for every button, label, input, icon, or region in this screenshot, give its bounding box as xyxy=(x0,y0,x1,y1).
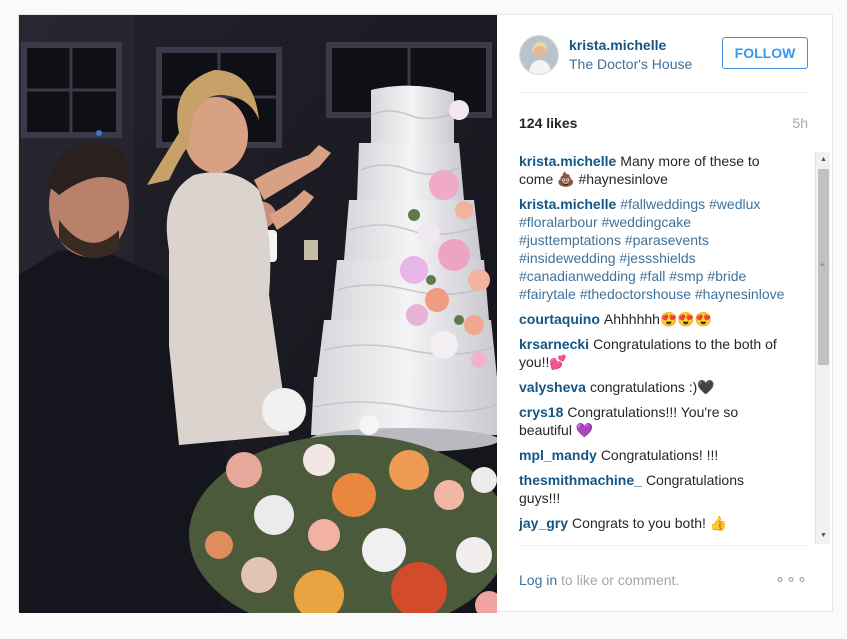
header-location[interactable]: The Doctor's House xyxy=(569,56,692,72)
wedding-photo-illustration xyxy=(19,15,497,613)
footer-divider xyxy=(519,545,808,546)
comment-username[interactable]: valysheva xyxy=(519,379,586,395)
scrollbar-thumb[interactable]: ≡ xyxy=(818,169,829,365)
comment-item: valysheva congratulations :)🖤 xyxy=(519,378,789,396)
post-header: krista.michelle The Doctor's House FOLLO… xyxy=(519,33,808,93)
post-sidebar: krista.michelle The Doctor's House FOLLO… xyxy=(497,15,832,611)
login-link[interactable]: Log in xyxy=(519,572,557,588)
comment-username[interactable]: crys18 xyxy=(519,404,563,420)
comment-username[interactable]: krsarnecki xyxy=(519,336,589,352)
instagram-post: krista.michelle The Doctor's House FOLLO… xyxy=(18,14,833,613)
comment-item: krsarnecki Congratulations to the both of… xyxy=(519,335,789,371)
comment-text: Congrats to you both! 👍 xyxy=(572,515,728,531)
comment-item: jay_gry Congrats to you both! 👍 xyxy=(519,514,789,532)
header-username[interactable]: krista.michelle xyxy=(569,37,666,53)
comment-item: mpl_mandy Congratulations! !!! xyxy=(519,446,789,464)
avatar[interactable] xyxy=(519,35,559,75)
login-prompt-text: to like or comment. xyxy=(557,572,680,588)
scroll-up-arrow-icon[interactable]: ▲ xyxy=(816,153,831,167)
header-divider xyxy=(519,92,808,93)
comment-list[interactable]: krista.michelle Many more of these to com… xyxy=(519,152,789,546)
comment-item: courtaquino Ahhhhhh😍😍😍 xyxy=(519,310,789,328)
ellipsis-icon[interactable]: ∘∘∘ xyxy=(775,569,808,589)
comment-text: congratulations :)🖤 xyxy=(589,379,715,395)
comment-username[interactable]: krista.michelle xyxy=(519,196,616,212)
comment-username[interactable]: jay_gry xyxy=(519,515,568,531)
comment-username[interactable]: krista.michelle xyxy=(519,153,616,169)
comment-text: Congratulations! !!! xyxy=(600,447,719,463)
avatar-image xyxy=(520,36,558,74)
post-photo[interactable] xyxy=(19,15,497,613)
follow-button[interactable]: FOLLOW xyxy=(722,37,808,69)
comment-username[interactable]: courtaquino xyxy=(519,311,600,327)
scroll-down-arrow-icon[interactable]: ▼ xyxy=(816,529,831,543)
comment-username[interactable]: mpl_mandy xyxy=(519,447,597,463)
login-prompt: Log in to like or comment. xyxy=(519,572,679,588)
grip-icon: ≡ xyxy=(820,260,825,269)
comment-item: thesmithmachine_ Congratulations guys!!! xyxy=(519,471,789,507)
comment-item: krista.michelle Many more of these to com… xyxy=(519,152,789,188)
likes-count[interactable]: 124 likes xyxy=(519,115,577,131)
comments-scrollbar[interactable]: ▲ ≡ ▼ xyxy=(815,152,830,544)
comment-item: crys18 Congratulations!!! You're so beaut… xyxy=(519,403,789,439)
comment-item: krista.michelle #fallweddings #wedlux #fl… xyxy=(519,195,789,303)
comment-username[interactable]: thesmithmachine_ xyxy=(519,472,642,488)
post-age[interactable]: 5h xyxy=(792,115,808,131)
comment-text: Ahhhhhh😍😍😍 xyxy=(603,311,713,327)
